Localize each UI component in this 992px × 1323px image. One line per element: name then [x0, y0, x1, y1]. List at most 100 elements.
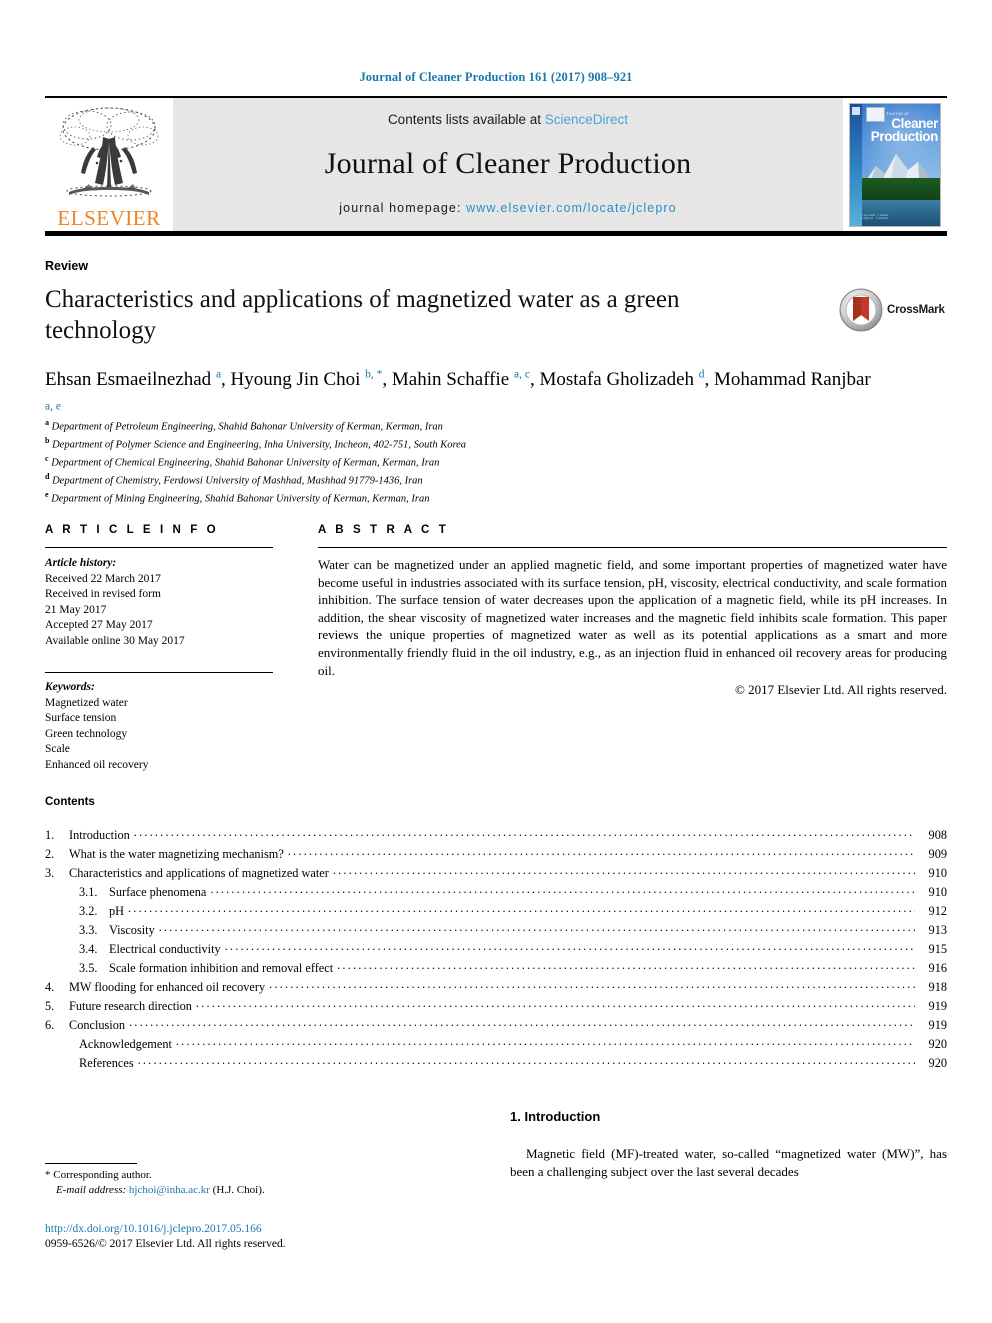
corresponding-author-note: * Corresponding author. E-mail address: …: [45, 1168, 465, 1197]
affiliation-item: b Department of Polymer Science and Engi…: [45, 435, 467, 451]
toc-label: Conclusion: [69, 1018, 126, 1032]
toc-page-number: 909: [928, 847, 947, 861]
toc-page-number: 915: [928, 942, 947, 956]
masthead-body: ELSEVIER Contents lists available at Sci…: [45, 98, 947, 231]
toc-dot-leader: ........................................…: [175, 1034, 915, 1048]
cover-spine-square: [852, 106, 860, 115]
cover-title-line2: Production: [870, 129, 939, 144]
article-info-heading: A R T I C L E I N F O: [45, 524, 219, 536]
journal-masthead: ELSEVIER Contents lists available at Sci…: [45, 96, 947, 236]
cover-image: Journal of Cleaner Production ▪ ▪▪▪▪ ▪▪▪…: [849, 102, 941, 227]
toc-entry[interactable]: References..............................…: [45, 1053, 947, 1073]
article-history-item: Available online 30 May 2017: [45, 634, 185, 647]
abstract-text: Water can be magnetized under an applied…: [318, 557, 947, 678]
affiliation-marker: d: [45, 471, 50, 481]
cover-footer-strip: ▪ ▪▪▪▪ ▪▪▪▪▪▪ ▪ ▪▪▪▪▪▪▪▪ ▪ ▪▪▪▪▪ ▪▪▪ ▪ ▪▪…: [862, 212, 889, 221]
toc-label: Introduction: [69, 828, 130, 842]
toc-page-number: 920: [928, 1037, 947, 1051]
article-history-item: Received 22 March 2017: [45, 572, 161, 585]
running-head: Journal of Cleaner Production 161 (2017)…: [359, 70, 633, 84]
toc-dot-leader: ........................................…: [224, 939, 915, 953]
journal-title: Journal of Cleaner Production: [324, 147, 692, 180]
toc-dot-leader: ........................................…: [287, 844, 915, 858]
email-link[interactable]: hjchoi@inha.ac.kr: [129, 1184, 210, 1196]
toc-dot-leader: ........................................…: [129, 1015, 915, 1029]
article-history-item: 21 May 2017: [45, 603, 107, 616]
toc-number: 5.: [45, 999, 55, 1013]
contents-available-line: Contents lists available at ScienceDirec…: [388, 112, 628, 127]
toc-page-number: 916: [928, 961, 947, 975]
sciencedirect-link[interactable]: ScienceDirect: [545, 112, 628, 127]
affiliation-list: a Department of Petroleum Engineering, S…: [45, 416, 745, 506]
footnote-rule: [45, 1163, 137, 1164]
author-names: Ehsan Esmaeilnezhad a, Hyoung Jin Choi b…: [45, 369, 871, 413]
toc-label: Viscosity: [109, 923, 155, 937]
article-info-rule: [45, 547, 273, 548]
elsevier-tree-icon: [59, 107, 159, 197]
toc-page-number: 919: [928, 1018, 947, 1032]
toc-dot-leader: ........................................…: [337, 958, 915, 972]
affiliation-item: d Department of Chemistry, Ferdowsi Univ…: [45, 471, 423, 487]
crossmark-label: CrossMark: [887, 304, 945, 316]
email-label: E-mail address:: [56, 1183, 127, 1196]
issn-copyright-line: 0959-6526/© 2017 Elsevier Ltd. All right…: [45, 1238, 286, 1250]
journal-homepage-line: journal homepage: www.elsevier.com/locat…: [339, 201, 676, 215]
elsevier-logo: ELSEVIER: [45, 98, 173, 231]
crossmark-badge[interactable]: CrossMark: [839, 288, 947, 332]
affiliation-marker: a: [45, 418, 49, 427]
keyword-list: Magnetized water Surface tension Green tec…: [45, 696, 273, 774]
toc-page-number: 910: [928, 866, 947, 880]
article-history-item: Accepted 27 May 2017: [45, 619, 153, 631]
toc-dot-leader: ........................................…: [137, 1053, 915, 1067]
masthead-bottom-rule: [45, 231, 947, 236]
article-history-lines: Received 22 March 2017 Received in revise…: [45, 572, 273, 650]
keyword-item: Magnetized water: [45, 696, 128, 709]
toc-dot-leader: ........................................…: [158, 920, 915, 934]
abstract-block: A B S T R A C T Water can be magnetized …: [318, 524, 947, 699]
doi-link[interactable]: http://dx.doi.org/10.1016/j.jclepro.2017…: [45, 1222, 505, 1237]
toc-label: References: [79, 1056, 134, 1070]
toc-subnumber: 3.1.: [79, 885, 98, 899]
toc-dot-leader: ........................................…: [332, 863, 915, 877]
homepage-prefix: journal homepage:: [339, 201, 467, 215]
toc-page-number: 908: [928, 828, 947, 842]
introduction-heading: 1. Introduction: [510, 1109, 601, 1124]
affiliation-marker: c: [45, 453, 49, 463]
toc-dot-leader: ........................................…: [269, 977, 915, 991]
keyword-item: Scale: [45, 743, 70, 755]
keywords-rule: [45, 672, 273, 673]
corresponding-marker: *: [45, 1169, 51, 1181]
toc-label: Electrical conductivity: [109, 942, 221, 956]
corresponding-author-line: * Corresponding author.: [45, 1168, 465, 1183]
affiliation-item: a Department of Petroleum Engineering, S…: [45, 418, 443, 433]
toc-dot-leader: ........................................…: [195, 996, 915, 1010]
toc-page-number: 920: [928, 1056, 947, 1070]
affiliation-item: c Department of Chemical Engineering, Sh…: [45, 453, 440, 469]
email-owner: (H.J. Choi).: [212, 1183, 265, 1196]
toc-number: 4.: [45, 980, 55, 994]
cover-title-line1: Cleaner: [891, 115, 938, 131]
article-type: Review: [45, 259, 89, 273]
elsevier-wordmark: ELSEVIER: [57, 206, 161, 230]
contents-heading: Contents: [45, 796, 95, 808]
corresponding-text: Corresponding author.: [53, 1169, 152, 1181]
abstract-copyright: © 2017 Elsevier Ltd. All rights reserved…: [734, 682, 947, 698]
toc-subnumber: 3.2.: [79, 904, 98, 918]
affiliation-marker: e: [45, 489, 49, 499]
page-title: Characteristics and applications of magn…: [45, 286, 680, 344]
toc-number: 2.: [45, 847, 55, 861]
toc-page-number: 913: [928, 923, 947, 937]
article-history-label: Article history:: [45, 557, 117, 569]
keyword-item: Surface tension: [45, 712, 117, 724]
toc-number: 3.: [45, 866, 55, 880]
cover-main-title: Cleaner Production: [864, 115, 939, 144]
toc-label: pH: [109, 904, 125, 918]
journal-cover-thumbnail: Journal of Cleaner Production ▪ ▪▪▪▪ ▪▪▪…: [843, 98, 947, 231]
imprint-block: http://dx.doi.org/10.1016/j.jclepro.2017…: [45, 1222, 505, 1252]
toc-label: What is the water magnetizing mechanism?: [69, 847, 284, 861]
toc-subnumber: 3.4.: [79, 942, 98, 956]
homepage-url-link[interactable]: www.elsevier.com/locate/jclepro: [466, 201, 677, 215]
keyword-item: Enhanced oil recovery: [45, 758, 149, 771]
toc-page-number: 918: [928, 980, 947, 994]
